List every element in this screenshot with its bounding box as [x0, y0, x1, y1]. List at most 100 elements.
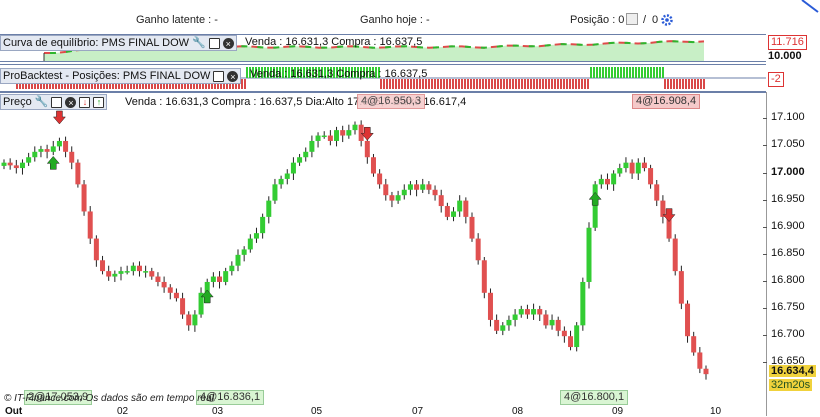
close-icon[interactable]: ×: [222, 37, 234, 49]
top-status-bar: Ganho latente : - Ganho hoje : - Posição…: [0, 0, 820, 34]
position-bar-long: [593, 67, 595, 78]
candle-body: [173, 292, 179, 299]
candle-body: [377, 173, 383, 185]
candle-body: [580, 281, 586, 326]
candle-body: [223, 271, 229, 282]
data-source-watermark: © IT-Finance.com Os dados são em tempo r…: [4, 393, 214, 404]
candle-body: [383, 184, 389, 196]
position-bar-short: [476, 79, 478, 89]
position-bar-short: [434, 79, 436, 89]
position-bar-short: [464, 79, 466, 89]
wrench-icon[interactable]: 🔧: [192, 36, 206, 50]
candle-body: [44, 149, 50, 152]
candle-body: [531, 309, 537, 315]
candle-body: [112, 273, 118, 277]
position-bar-short: [557, 79, 559, 89]
position-total: 0: [652, 14, 659, 26]
position-bar-short: [560, 79, 562, 89]
y-tick-mark: [763, 253, 767, 255]
equity-value-tag: 11.716: [768, 35, 807, 50]
candle-body: [210, 276, 216, 282]
close-icon[interactable]: ×: [227, 70, 239, 82]
candle-body: [629, 162, 635, 174]
candle-body: [451, 211, 457, 217]
position-bar-long: [614, 67, 616, 78]
position-bar-short: [449, 79, 451, 89]
position-bar-short: [703, 79, 705, 89]
sell-arrow-icon[interactable]: ↓: [79, 96, 91, 108]
candle-body: [290, 162, 296, 174]
candle-body: [561, 330, 567, 337]
window-icon[interactable]: [213, 70, 225, 82]
position-bar-short: [467, 79, 469, 89]
position-bar-short: [533, 79, 535, 89]
position-bar-short: [497, 79, 499, 89]
position-bar-long: [635, 67, 637, 78]
position-bar-short: [569, 79, 571, 89]
equity-curve-panel: Curva de equilíbrio: PMS FINAL DOW 🔧 × V…: [0, 34, 766, 62]
position-bar-short: [383, 79, 385, 89]
candle-body: [1, 162, 7, 166]
candle-body: [444, 206, 450, 217]
position-bar-long: [629, 67, 631, 78]
candle-body: [87, 211, 93, 239]
candle-body: [537, 309, 543, 315]
candle-body: [672, 238, 678, 272]
close-icon[interactable]: ×: [65, 96, 77, 108]
price-panel-title-bar[interactable]: Preço 🔧 × ↓ ↑: [0, 94, 108, 110]
candle-body: [266, 200, 272, 217]
candle-body: [549, 319, 555, 326]
position-bar-short: [509, 79, 511, 89]
candle-body: [143, 271, 149, 273]
candle-body: [186, 314, 192, 326]
position-bar-long: [246, 67, 248, 78]
position-bar-short: [578, 79, 580, 89]
candle-body: [654, 184, 660, 201]
buy-marker-arrow: [46, 156, 60, 170]
position-bar-long: [659, 67, 661, 78]
candle-body: [635, 162, 641, 174]
candle-body: [524, 309, 530, 315]
window-icon[interactable]: [51, 96, 63, 108]
y-tick-mark: [763, 280, 767, 282]
candle-body: [407, 184, 413, 190]
position-bar-short: [380, 79, 382, 89]
position-bar-short: [530, 79, 532, 89]
y-tick-label: 17.050: [771, 138, 805, 151]
candle-body: [334, 130, 340, 141]
position-separator: /: [643, 14, 647, 26]
position-bar-short: [455, 79, 457, 89]
positions-panel-title-bar[interactable]: ProBacktest - Posições: PMS FINAL DOW ×: [0, 68, 242, 84]
position-bar-short: [575, 79, 577, 89]
position-bar-short: [458, 79, 460, 89]
candle-body: [50, 146, 56, 152]
wrench-icon[interactable]: 🔧: [35, 95, 49, 109]
position-bar-short: [419, 79, 421, 89]
corner-resize-icon[interactable]: [800, 0, 820, 14]
candle-body: [389, 195, 395, 201]
position-bar-long: [620, 67, 622, 78]
position-bar-short: [700, 79, 702, 89]
position-bar-long: [650, 67, 652, 78]
price-axis: 17.100 17.050 17.000 16.950 16.900 16.850 16.8…: [763, 92, 820, 416]
equity-panel-title-bar[interactable]: Curva de equilíbrio: PMS FINAL DOW 🔧 ×: [0, 35, 237, 51]
candle-body: [161, 281, 167, 288]
window-icon[interactable]: [208, 37, 220, 49]
candle-body: [180, 298, 186, 315]
position-bar-short: [685, 79, 687, 89]
candle-body: [63, 140, 69, 152]
position-label: Posição : 0: [570, 14, 625, 26]
position-detail-icon[interactable]: [626, 13, 638, 25]
candle-body: [592, 184, 598, 228]
position-bar-short: [407, 79, 409, 89]
buy-arrow-icon[interactable]: ↑: [93, 96, 105, 108]
position-bar-short: [416, 79, 418, 89]
gear-icon[interactable]: [660, 13, 674, 27]
candle-body: [586, 227, 592, 282]
candle-body: [346, 130, 352, 136]
position-bar-short: [527, 79, 529, 89]
candle-body: [574, 325, 580, 348]
y-tick-mark: [763, 145, 767, 147]
candle-body: [555, 319, 561, 331]
position-bar-short: [413, 79, 415, 89]
